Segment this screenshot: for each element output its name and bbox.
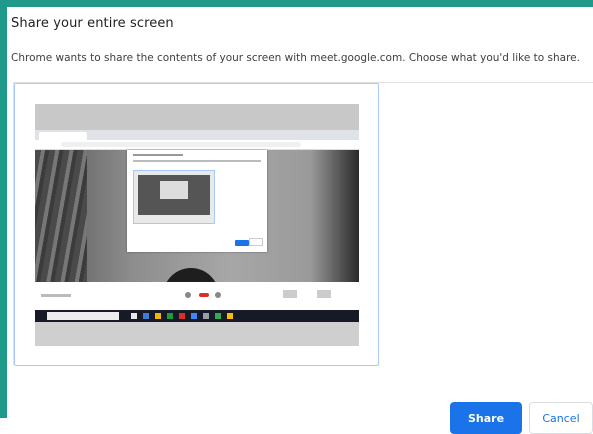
thumbnail-address-bar [35, 140, 359, 150]
thumbnail-app-icon [215, 313, 221, 319]
thumbnail-app-icon [143, 313, 149, 319]
thumbnail-app-icon [203, 313, 209, 319]
entire-screen-option[interactable] [14, 83, 379, 366]
thumbnail-curtain [35, 150, 87, 282]
thumbnail-taskbar [35, 310, 359, 322]
share-screen-dialog: Share your entire screen Chrome wants to… [7, 7, 593, 434]
screen-thumbnail[interactable] [35, 104, 359, 346]
thumbnail-browser-window [35, 130, 359, 345]
thumbnail-captions-icon [283, 290, 297, 298]
cancel-button[interactable]: Cancel [529, 402, 593, 434]
thumbnail-app-icon [131, 313, 137, 319]
screen-picker [13, 82, 593, 366]
nested-cancel-button [249, 238, 263, 246]
picker-empty-area [379, 83, 593, 366]
dialog-description: Chrome wants to share the contents of yo… [11, 52, 580, 64]
thumbnail-app-icon [227, 313, 233, 319]
thumbnail-meet-controls [35, 282, 359, 310]
nested-share-button [235, 240, 249, 246]
nested-screen-option [133, 170, 215, 224]
thumbnail-tab-bar [35, 130, 359, 140]
thumbnail-url-field [61, 142, 301, 147]
thumbnail-app-icon [179, 313, 185, 319]
nested-inner-dialog [160, 181, 188, 199]
share-button[interactable]: Share [450, 402, 522, 434]
thumbnail-present-icon [317, 290, 331, 298]
dialog-title: Share your entire screen [11, 16, 174, 31]
thumbnail-meeting-video [35, 150, 359, 298]
thumbnail-app-icon [191, 313, 197, 319]
thumbnail-tab [39, 132, 87, 140]
backdrop-strip [0, 418, 7, 434]
thumbnail-bottom-band [35, 322, 359, 346]
thumbnail-meeting-details [41, 294, 71, 297]
nested-screen-thumbnail [138, 175, 210, 215]
thumbnail-app-icon [155, 313, 161, 319]
thumbnail-hangup-icon [199, 293, 209, 297]
nested-dialog-description [133, 160, 261, 162]
nested-dialog-title [133, 154, 183, 156]
thumbnail-taskbar-search [47, 312, 119, 320]
thumbnail-app-icon [167, 313, 173, 319]
thumbnail-camera-icon [215, 292, 221, 298]
thumbnail-nested-share-dialog [127, 150, 267, 252]
thumbnail-mic-icon [185, 292, 191, 298]
thumbnail-top-band [35, 104, 359, 130]
